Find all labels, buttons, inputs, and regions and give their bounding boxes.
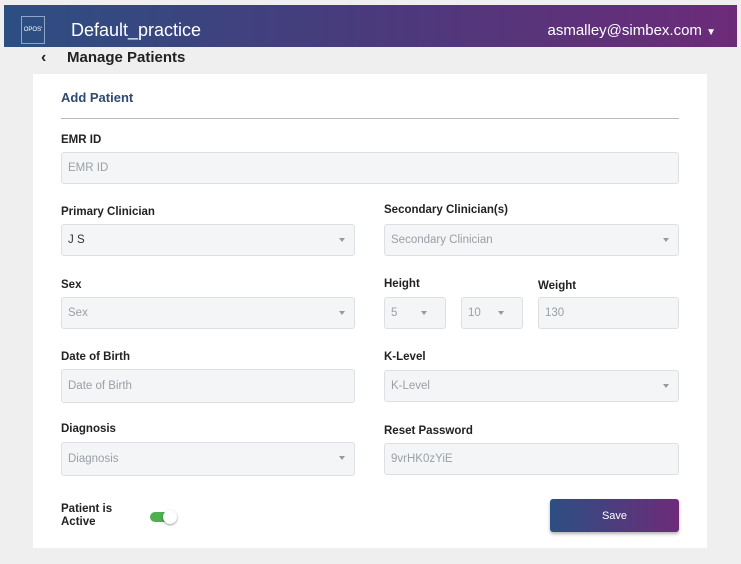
value: 9vrHK0zYiE (391, 453, 453, 465)
placeholder: EMR ID (68, 162, 109, 174)
placeholder: Secondary Clinician (391, 234, 493, 246)
logo: OPOS' (21, 16, 45, 44)
chevron-down-icon: ▼ (706, 27, 716, 38)
card-title: Add Patient (61, 90, 134, 105)
divider (61, 118, 679, 119)
sex-label: Sex (61, 279, 82, 291)
caret-down-icon (339, 238, 345, 242)
primary-clinician-select[interactable]: J S (61, 224, 355, 256)
toggle-knob (163, 510, 177, 524)
reset-password-input[interactable]: 9vrHK0zYiE (384, 443, 679, 475)
diagnosis-label: Diagnosis (61, 423, 116, 435)
selected-value: 10 (468, 307, 481, 319)
selected-value: 5 (391, 307, 398, 319)
caret-down-icon (498, 311, 504, 315)
caret-down-icon (663, 238, 669, 242)
selected-value: J S (68, 234, 85, 246)
caret-down-icon (339, 456, 345, 460)
placeholder: Date of Birth (68, 380, 132, 392)
caret-down-icon (421, 311, 427, 315)
emr-label: EMR ID (61, 134, 102, 146)
placeholder: Diagnosis (68, 453, 119, 465)
value: 130 (545, 307, 565, 319)
app-title: Default_practice (71, 20, 202, 40)
dob-input[interactable]: Date of Birth (61, 369, 355, 403)
emr-id-input[interactable]: EMR ID (61, 152, 679, 184)
user-email: asmalley@simbex.com (547, 22, 702, 39)
klevel-select[interactable]: K-Level (384, 370, 679, 402)
placeholder: Sex (68, 307, 88, 319)
page-title: Manage Patients (67, 49, 186, 66)
dob-label: Date of Birth (61, 351, 130, 363)
height-label: Height (384, 278, 420, 290)
caret-down-icon (663, 384, 669, 388)
sex-select[interactable]: Sex (61, 297, 355, 329)
active-label: Patient is Active (61, 503, 113, 528)
placeholder: K-Level (391, 380, 430, 392)
patient-active-toggle[interactable] (150, 510, 177, 524)
save-button[interactable]: Save (550, 499, 679, 532)
height-feet-select[interactable]: 5 (384, 297, 446, 329)
weight-label: Weight (538, 280, 577, 292)
app-header: OPOS' Default_practice asmalley@simbex.c… (4, 5, 737, 47)
back-chevron-icon[interactable]: ‹ (41, 49, 46, 67)
user-menu[interactable]: asmalley@simbex.com ▼ (547, 22, 716, 39)
klevel-label: K-Level (384, 351, 426, 363)
weight-input[interactable]: 130 (538, 297, 679, 329)
diagnosis-select[interactable]: Diagnosis (61, 442, 355, 476)
caret-down-icon (339, 311, 345, 315)
reset-password-label: Reset Password (384, 425, 473, 437)
secondary-clinician-label: Secondary Clinician(s) (384, 204, 508, 216)
height-inches-select[interactable]: 10 (461, 297, 523, 329)
primary-clinician-label: Primary Clinician (61, 206, 155, 218)
secondary-clinician-select[interactable]: Secondary Clinician (384, 224, 679, 256)
